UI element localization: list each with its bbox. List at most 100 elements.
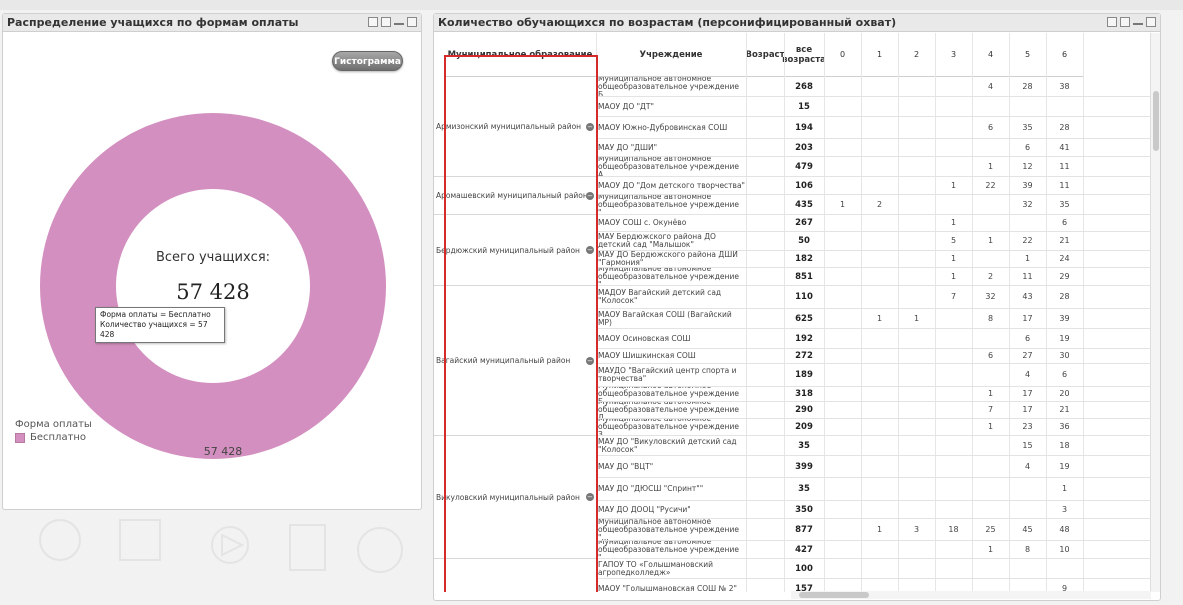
- table-row[interactable]: Муниципальное автономное общеобразовател…: [596, 77, 1150, 97]
- tooltip-line: Форма оплаты = Бесплатно: [100, 310, 211, 319]
- institution-cell[interactable]: МАОУ ДО "ДТ": [596, 97, 746, 116]
- institution-cell[interactable]: Муниципальное автономное общеобразовател…: [596, 387, 746, 401]
- institution-cell[interactable]: МАУ ДО "ДЮСШ "Спринт"": [596, 478, 746, 500]
- institution-cell[interactable]: МАОУ Шишкинская СОШ: [596, 349, 746, 363]
- age-cell-1: 1: [876, 313, 883, 323]
- age-cell-1: [861, 157, 898, 176]
- table-row[interactable]: МАДОУ Вагайский детский сад "Колосок" 110…: [596, 286, 1150, 309]
- header-age-2[interactable]: 2: [898, 33, 935, 77]
- age-cell-2: [898, 436, 935, 455]
- table-row[interactable]: МАОУ Шишкинская СОШ 272 6 27 30: [596, 349, 1150, 364]
- table-row[interactable]: МАОУ Осиновская СОШ 192 6 19: [596, 329, 1150, 349]
- table-row[interactable]: МАУ ДО "ДШИ" 203 6 41: [596, 139, 1150, 157]
- table-row[interactable]: Муниципальное автономное общеобразовател…: [596, 519, 1150, 541]
- institution-cell[interactable]: МАУ ДО ДООЦ "Русичи": [596, 501, 746, 518]
- institution-cell[interactable]: Муниципальное автономное общеобразовател…: [596, 419, 746, 435]
- header-age-1[interactable]: 1: [861, 33, 898, 77]
- table-row[interactable]: МАУ ДО ДООЦ "Русичи" 350 3: [596, 501, 1150, 519]
- age-cell-4: [972, 501, 1009, 518]
- minimize-icon[interactable]: [1133, 17, 1143, 25]
- age-cell-2: [898, 501, 935, 518]
- maximize-icon[interactable]: [407, 17, 417, 27]
- age-cell-5: [1009, 501, 1046, 518]
- age-cell-5: 28: [1022, 81, 1033, 91]
- print-icon[interactable]: [368, 17, 378, 27]
- table-row[interactable]: МАУ ДО "ВЦТ" 399 4 19: [596, 456, 1150, 478]
- institution-cell[interactable]: МАУ ДО "ВЦТ": [596, 456, 746, 477]
- vertical-scrollbar[interactable]: [1150, 33, 1160, 592]
- institution-cell[interactable]: МАУ ДО "ДШИ": [596, 139, 746, 156]
- institution-cell[interactable]: МАУ ДО Бердюжского района ДШИ "Гармония": [596, 251, 746, 267]
- table-row[interactable]: МАУДО "Вагайский центр спорта и творчест…: [596, 364, 1150, 387]
- age-cell-6: 21: [1059, 405, 1070, 414]
- header-age-3[interactable]: 3: [935, 33, 972, 77]
- age-cell-3: [935, 456, 972, 477]
- header-age-0[interactable]: 0: [824, 33, 861, 77]
- institution-cell[interactable]: МАОУ ДО "Дом детского творчества": [596, 177, 746, 194]
- header-age-4[interactable]: 4: [972, 33, 1009, 77]
- table-row[interactable]: Муниципальное автономное общеобразовател…: [596, 268, 1150, 286]
- histogram-button[interactable]: Гистограмма: [332, 51, 403, 71]
- age-cell-0: [824, 157, 861, 176]
- legend-item[interactable]: Бесплатно: [15, 432, 86, 443]
- header-age-6[interactable]: 6: [1046, 33, 1083, 77]
- header-institution[interactable]: Учреждение: [596, 33, 746, 77]
- age-cell-0: [824, 402, 861, 418]
- minimize-icon[interactable]: [394, 17, 404, 25]
- table-row[interactable]: Муниципальное автономное общеобразовател…: [596, 157, 1150, 177]
- institution-cell[interactable]: МАУ Бердюжского района ДО детский сад "М…: [596, 232, 746, 250]
- institution-cell[interactable]: ГАПОУ ТО «Голышмановский агропедколледж»: [596, 559, 746, 578]
- age-cell-1: [861, 456, 898, 477]
- all-ages-cell: 318: [795, 389, 813, 399]
- age-cell-4: [972, 329, 1009, 348]
- table-row[interactable]: ГАПОУ ТО «Голышмановский агропедколледж»…: [596, 559, 1150, 579]
- table-row[interactable]: МАОУ Южно-Дубровинская СОШ 194 6 35 28: [596, 117, 1150, 139]
- institution-cell[interactable]: МАОУ СОШ с. Окунёво: [596, 215, 746, 231]
- table-row[interactable]: МАОУ Вагайская СОШ (Вагайский МР) 625 1 1 8 1…: [596, 309, 1150, 329]
- age-cell-4: [972, 251, 1009, 267]
- table-row[interactable]: Муниципальное автономное общеобразовател…: [596, 541, 1150, 559]
- table-row[interactable]: МАОУ ДО "Дом детского творчества" 106 1 22 3…: [596, 177, 1150, 195]
- table-row[interactable]: МАУ Бердюжского района ДО детский сад "М…: [596, 232, 1150, 251]
- age-cell-2: [898, 232, 935, 250]
- table-row[interactable]: МАУ ДО Бердюжского района ДШИ "Гармония"…: [596, 251, 1150, 268]
- table-row[interactable]: МАУ ДО "ДЮСШ "Спринт"" 35 1: [596, 478, 1150, 501]
- table-row[interactable]: Муниципальное автономное общеобразовател…: [596, 419, 1150, 436]
- institution-cell[interactable]: МАДОУ Вагайский детский сад "Колосок": [596, 286, 746, 308]
- institution-cell[interactable]: МАУДО "Вагайский центр спорта и творчест…: [596, 364, 746, 386]
- institution-cell[interactable]: МАОУ Южно-Дубровинская СОШ: [596, 117, 746, 138]
- age-cell-0: [824, 519, 861, 540]
- horizontal-scrollbar[interactable]: [791, 591, 1151, 599]
- institution-cell[interactable]: Муниципальное автономное общеобразовател…: [596, 402, 746, 418]
- age-cell-3: [935, 364, 972, 386]
- institution-cell[interactable]: Муниципальное автономное общеобразовател…: [596, 519, 746, 540]
- institution-cell[interactable]: МАОУ Вагайская СОШ (Вагайский МР): [596, 309, 746, 328]
- age-cell-0: [824, 309, 861, 328]
- export-icon[interactable]: [1120, 17, 1130, 27]
- table-row[interactable]: МАОУ СОШ с. Окунёво 267 1 6: [596, 215, 1150, 232]
- table-row[interactable]: МАОУ ДО "ДТ" 15: [596, 97, 1150, 117]
- print-icon[interactable]: [1107, 17, 1117, 27]
- institution-cell[interactable]: Муниципальное автономное общеобразовател…: [596, 77, 746, 96]
- institution-cell[interactable]: Муниципальное автономное общеобразовател…: [596, 195, 746, 214]
- institution-cell[interactable]: Муниципальное автономное общеобразовател…: [596, 541, 746, 558]
- institution-cell[interactable]: МАУ ДО "Викуловский детский сад "Колосок…: [596, 436, 746, 455]
- table-row[interactable]: Муниципальное автономное общеобразовател…: [596, 387, 1150, 402]
- institution-cell[interactable]: Муниципальное автономное общеобразовател…: [596, 268, 746, 285]
- header-age[interactable]: Возраст: [745, 33, 785, 77]
- institution-cell[interactable]: Муниципальное автономное общеобразовател…: [596, 157, 746, 176]
- age-cell-4: [972, 364, 1009, 386]
- table-row[interactable]: Муниципальное автономное общеобразовател…: [596, 195, 1150, 215]
- age-cell-2: [898, 117, 935, 138]
- institution-cell[interactable]: МАОУ Осиновская СОШ: [596, 329, 746, 348]
- table-row[interactable]: МАУ ДО "Викуловский детский сад "Колосок…: [596, 436, 1150, 456]
- header-all-ages[interactable]: все возраста: [782, 33, 826, 77]
- age-cell-3: [935, 77, 972, 96]
- all-ages-cell: 350: [795, 504, 813, 515]
- table-row[interactable]: Муниципальное автономное общеобразовател…: [596, 402, 1150, 419]
- age-cell-5: 6: [1024, 333, 1031, 343]
- export-icon[interactable]: [381, 17, 391, 27]
- institution-cell[interactable]: МАОУ "Голышмановская СОШ № 2": [596, 579, 746, 592]
- header-age-5[interactable]: 5: [1009, 33, 1046, 77]
- maximize-icon[interactable]: [1146, 17, 1156, 27]
